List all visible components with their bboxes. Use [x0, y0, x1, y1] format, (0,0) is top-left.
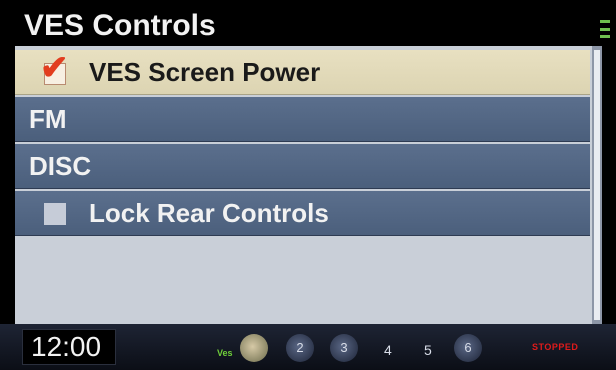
signal-icon: [600, 20, 610, 38]
slot-number: 2: [296, 340, 304, 355]
menu-item-lock-rear-controls[interactable]: Lock Rear Controls: [15, 191, 590, 236]
menu-item-label: FM: [29, 103, 67, 134]
playback-status: STOPPED: [532, 342, 579, 352]
disc-slot-6-icon[interactable]: 6: [454, 334, 482, 362]
page-title: VES Controls: [24, 9, 216, 42]
menu-item-label: VES Screen Power: [89, 56, 321, 87]
slot-number: 6: [464, 340, 472, 355]
title-bar: VES Controls: [0, 0, 616, 46]
menu-item-ves-screen-power[interactable]: ✔ VES Screen Power: [15, 50, 590, 95]
scrollbar-thumb[interactable]: [594, 50, 600, 320]
checkmark-icon: ✔: [40, 49, 69, 87]
ves-icon: Ves: [217, 348, 233, 358]
disc-slot-3-icon[interactable]: 3: [330, 334, 358, 362]
menu-item-fm[interactable]: FM: [15, 97, 590, 142]
clock-box: 12:00: [22, 329, 116, 365]
menu-item-label: Lock Rear Controls: [89, 197, 329, 228]
unchecked-checkbox-icon[interactable]: [44, 203, 66, 225]
disc-slot-1-icon[interactable]: [240, 334, 268, 362]
menu-item-label: DISC: [29, 150, 92, 181]
clock: 12:00: [31, 331, 102, 362]
status-bar: 12:00 Ves 2 3 4 5 6 STOPPED: [0, 324, 616, 370]
slot-number-5[interactable]: 5: [424, 342, 432, 358]
disc-slot-2-icon[interactable]: 2: [286, 334, 314, 362]
slot-number: 3: [340, 340, 348, 355]
menu-panel: ✔ VES Screen Power FM DISC Lock Rear Con…: [15, 46, 602, 324]
menu-item-disc[interactable]: DISC: [15, 144, 590, 189]
menu-list: ✔ VES Screen Power FM DISC Lock Rear Con…: [15, 50, 590, 238]
checked-checkbox-icon[interactable]: ✔: [40, 51, 69, 85]
slot-number-4[interactable]: 4: [384, 342, 392, 358]
scrollbar[interactable]: [592, 46, 602, 324]
